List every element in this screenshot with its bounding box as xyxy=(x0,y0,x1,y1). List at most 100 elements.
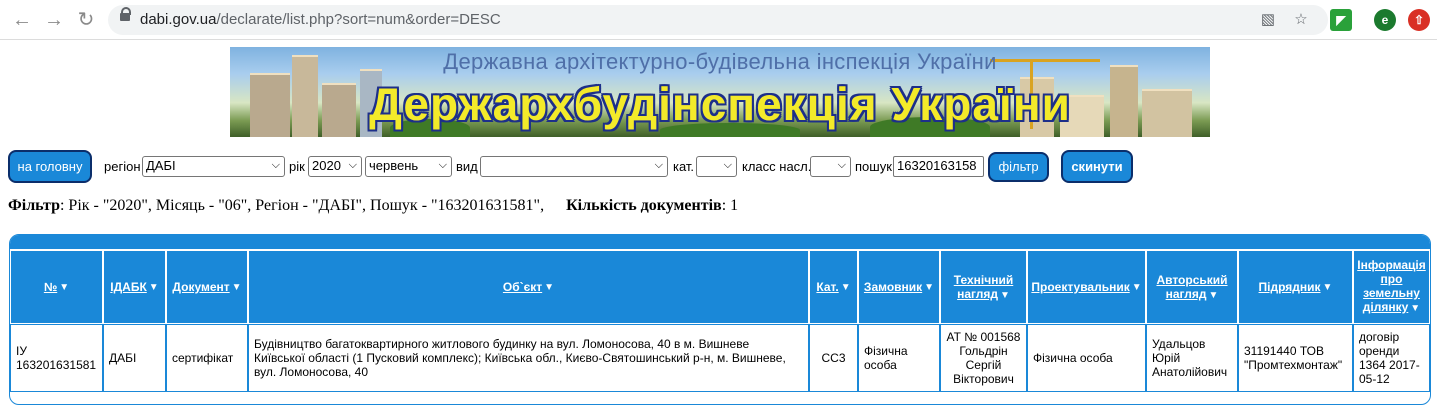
sort-land-link-2[interactable]: про xyxy=(1381,272,1403,286)
column-header-land-info[interactable]: Інформація про земельну ділянку ▼ xyxy=(1353,250,1430,324)
designer-value: Фізична особа xyxy=(1033,351,1113,365)
sort-tech-link-2[interactable]: нагляд xyxy=(957,287,998,301)
class-select[interactable]: ⌵ xyxy=(810,156,851,177)
column-header-object[interactable]: Об`єкт ▼ xyxy=(248,250,809,324)
triangle-down-icon: ▼ xyxy=(148,281,159,293)
table-cell-contractor: 31191440 ТОВ "Промтехмонтаж" xyxy=(1238,324,1353,392)
sort-land-link-3[interactable]: земельну xyxy=(1363,286,1420,300)
column-header-contractor[interactable]: Підрядник ▼ xyxy=(1238,250,1353,324)
banner-subtitle: Державна архітектурно-будівельна інспекц… xyxy=(443,49,997,74)
table-top-bar xyxy=(10,235,1430,249)
table-cell-number: ІУ 163201631581 xyxy=(10,324,103,392)
table-cell-author-supervision: Удальцов Юрій Анатолійович xyxy=(1146,324,1238,392)
month-select[interactable]: червень ⌵ xyxy=(365,156,452,177)
class-label: класс насл. xyxy=(742,159,812,174)
chevron-down-icon: ⌵ xyxy=(654,159,663,171)
table-cell-idabk: ДАБІ xyxy=(103,324,166,392)
triangle-down-icon: ▼ xyxy=(231,281,242,293)
chevron-down-icon: ⌵ xyxy=(723,159,732,171)
sort-customer-link[interactable]: Замовник xyxy=(864,280,922,294)
table-cell-designer: Фізична особа xyxy=(1027,324,1146,392)
triangle-down-icon: ▼ xyxy=(1410,303,1421,314)
type-label: вид xyxy=(456,159,478,174)
column-header-designer[interactable]: Проектувальник ▼ xyxy=(1027,250,1146,324)
url-text[interactable]: dabi.gov.ua/declarate/list.php?sort=num&… xyxy=(140,11,501,28)
column-header-idabk[interactable]: ІДАБК ▼ xyxy=(103,250,166,324)
sort-land-link-4[interactable]: ділянку xyxy=(1363,300,1409,314)
column-header-document[interactable]: Документ ▼ xyxy=(166,250,248,324)
search-input[interactable]: 16320163158 xyxy=(893,156,984,177)
tech-line: Гольдрін xyxy=(959,344,1008,358)
table-cell-document: сертифікат xyxy=(166,324,248,392)
filter-summary: Фільтр: Рік - "2020", Місяць - "06", Рег… xyxy=(8,197,739,214)
column-header-number[interactable]: № ▼ xyxy=(10,250,103,324)
triangle-down-icon: ▼ xyxy=(1131,281,1142,293)
reset-button[interactable]: скинути xyxy=(1061,150,1133,183)
forward-arrow-icon[interactable]: → xyxy=(42,8,66,32)
table-cell-customer: Фізична особа xyxy=(858,324,940,392)
reload-icon[interactable]: ↻ xyxy=(74,8,98,32)
sort-designer-link[interactable]: Проектувальник xyxy=(1031,280,1129,294)
sort-category-link[interactable]: Кат. xyxy=(816,280,838,294)
sort-author-link[interactable]: Авторський xyxy=(1156,273,1227,287)
document-type: сертифікат xyxy=(172,351,234,365)
sort-land-link[interactable]: Інформація xyxy=(1357,258,1426,272)
document-number-prefix: ІУ xyxy=(16,344,27,358)
column-header-customer[interactable]: Замовник ▼ xyxy=(858,250,940,324)
home-button[interactable]: на головну xyxy=(8,150,92,183)
chevron-down-icon: ⌵ xyxy=(837,159,846,171)
customer-line: особа xyxy=(864,358,897,372)
triangle-down-icon: ▼ xyxy=(840,281,851,293)
results-table: № ▼ ІДАБК ▼ Документ ▼ Об`єкт ▼ Кат. ▼ Замовн… xyxy=(9,234,1431,405)
sort-tech-link[interactable]: Технічний xyxy=(954,273,1013,287)
filter-button[interactable]: фільтр xyxy=(988,152,1049,182)
author-line: Юрій xyxy=(1152,351,1181,365)
column-header-tech-supervision[interactable]: Технічний нагляд ▼ xyxy=(940,250,1027,324)
triangle-down-icon: ▼ xyxy=(999,290,1010,301)
site-banner: Державна архітектурно-будівельна інспекц… xyxy=(230,47,1210,137)
table-cell-category: СС3 xyxy=(809,324,858,392)
land-line: 1364 2017- xyxy=(1359,358,1420,372)
triangle-down-icon: ▼ xyxy=(544,281,555,293)
land-line: 05-12 xyxy=(1359,372,1390,386)
triangle-down-icon: ▼ xyxy=(1322,281,1333,293)
chevron-down-icon: ⌵ xyxy=(438,159,447,171)
sort-contractor-link[interactable]: Підрядник xyxy=(1259,280,1321,294)
tech-line: АТ № 001568 xyxy=(946,330,1021,344)
sort-idabk-link[interactable]: ІДАБК xyxy=(110,280,147,294)
chevron-down-icon: ⌵ xyxy=(271,159,280,171)
translate-icon[interactable]: ▧ xyxy=(1258,10,1278,30)
region-select[interactable]: ДАБІ ⌵ xyxy=(142,156,285,177)
sort-document-link[interactable]: Документ xyxy=(172,280,229,294)
profile-avatar[interactable]: e xyxy=(1374,9,1396,31)
category-value: СС3 xyxy=(821,351,846,365)
contractor-line: 31191440 ТОВ xyxy=(1244,344,1324,358)
search-label: пошук xyxy=(855,159,892,174)
update-icon[interactable]: ⇧ xyxy=(1408,9,1430,31)
author-line: Анатолійович xyxy=(1152,365,1228,379)
object-line: Київської області (1 Пусковий комплекс);… xyxy=(254,351,786,365)
author-line: Удальцов xyxy=(1152,337,1206,351)
sort-author-link-2[interactable]: нагляд xyxy=(1166,287,1207,301)
document-number: 163201631581 xyxy=(16,358,97,372)
year-label: рік xyxy=(289,159,305,174)
column-header-author-supervision[interactable]: Авторський нагляд ▼ xyxy=(1146,250,1238,324)
tech-line: Сергій xyxy=(965,358,1002,372)
star-icon[interactable]: ☆ xyxy=(1291,10,1311,30)
lock-icon[interactable] xyxy=(120,7,131,21)
table-cell-land-info: договір оренди 1364 2017- 05-12 xyxy=(1353,324,1430,392)
contractor-line: "Промтехмонтаж" xyxy=(1244,358,1343,372)
object-line: вул. Ломоносова, 40 xyxy=(254,365,369,379)
extension-icon[interactable]: ◤ xyxy=(1330,9,1352,31)
type-select[interactable]: ⌵ xyxy=(480,156,668,177)
chevron-down-icon: ⌵ xyxy=(348,159,357,171)
year-select[interactable]: 2020 ⌵ xyxy=(308,156,362,177)
sort-number-link[interactable]: № xyxy=(44,280,57,294)
address-bar[interactable]: dabi.gov.ua/declarate/list.php?sort=num&… xyxy=(108,5,1328,35)
column-header-category[interactable]: Кат. ▼ xyxy=(809,250,858,324)
category-select[interactable]: ⌵ xyxy=(696,156,737,177)
back-arrow-icon[interactable]: ← xyxy=(10,8,34,32)
triangle-down-icon: ▼ xyxy=(1208,290,1219,301)
customer-line: Фізична xyxy=(864,344,908,358)
sort-object-link[interactable]: Об`єкт xyxy=(503,280,542,294)
